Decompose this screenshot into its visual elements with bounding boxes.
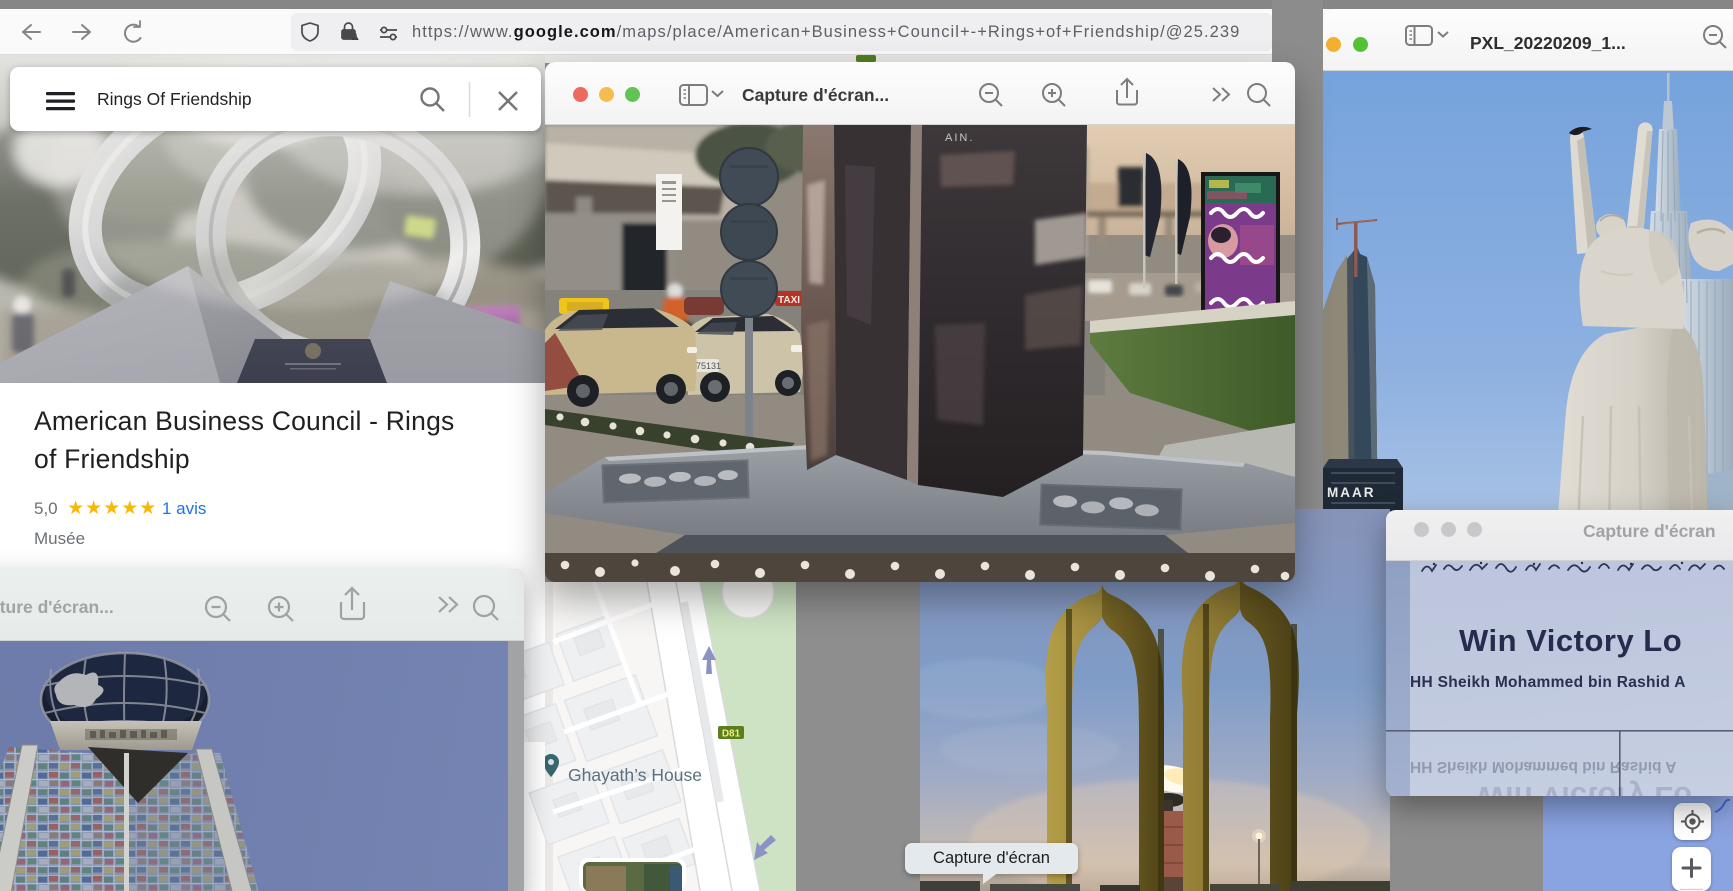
svg-text:TAXI: TAXI <box>778 295 800 306</box>
svg-text:75131: 75131 <box>696 361 721 371</box>
svg-text:Ghayath’s House: Ghayath’s House <box>568 765 702 785</box>
svg-text:D81: D81 <box>722 729 741 740</box>
svg-text:!: ! <box>354 35 356 41</box>
svg-text:AIN.: AIN. <box>945 132 974 144</box>
svg-text:MAAR: MAAR <box>1327 485 1376 500</box>
